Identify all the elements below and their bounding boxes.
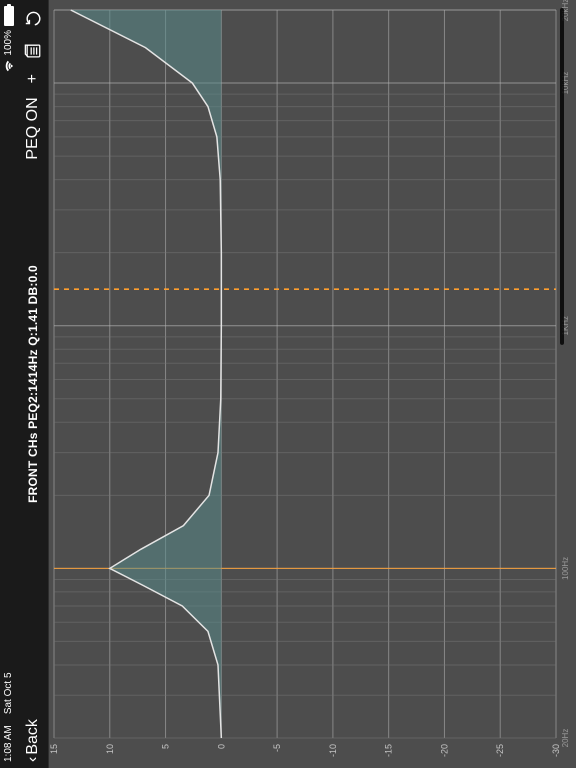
status-bar: 1:08 AM Sat Oct 5 100%: [0, 0, 18, 768]
eq-curve[interactable]: [71, 10, 222, 738]
y-tick-label: 0: [216, 744, 226, 749]
status-date: Sat Oct 5: [3, 672, 14, 714]
back-button[interactable]: ‹ Back: [24, 719, 42, 762]
y-tick-label: 10: [105, 744, 115, 754]
add-button[interactable]: +: [24, 74, 42, 83]
y-tick-label: -20: [439, 744, 449, 757]
undo-icon[interactable]: [24, 10, 42, 28]
y-tick-label: -5: [272, 744, 282, 752]
chevron-left-icon: ‹: [25, 757, 41, 762]
y-tick-label: 15: [49, 744, 59, 754]
peq-toggle[interactable]: PEQ ON: [24, 97, 42, 159]
y-tick-label: -15: [384, 744, 394, 757]
wifi-icon: [4, 60, 14, 72]
battery-pct: 100%: [0, 30, 18, 56]
presets-icon[interactable]: [24, 42, 42, 60]
y-tick-label: -25: [495, 744, 505, 757]
y-tick-label: 5: [161, 744, 171, 749]
x-tick-label: 20Hz: [561, 729, 570, 748]
battery-icon: [4, 6, 14, 26]
eq-curve-fill: [71, 10, 222, 738]
status-time: 1:08 AM: [3, 725, 14, 762]
y-tick-label: -30: [551, 744, 561, 757]
y-tick-label: -10: [328, 744, 338, 757]
eq-chart[interactable]: 151050-5-10-15-20-25-3020Hz100Hz1KHz10kH…: [48, 0, 576, 768]
nav-bar: ‹ Back FRONT CHs PEQ2:1414Hz Q:1.41 DB:0…: [18, 0, 48, 768]
back-label: Back: [24, 719, 42, 755]
x-tick-label: 100Hz: [561, 557, 570, 580]
